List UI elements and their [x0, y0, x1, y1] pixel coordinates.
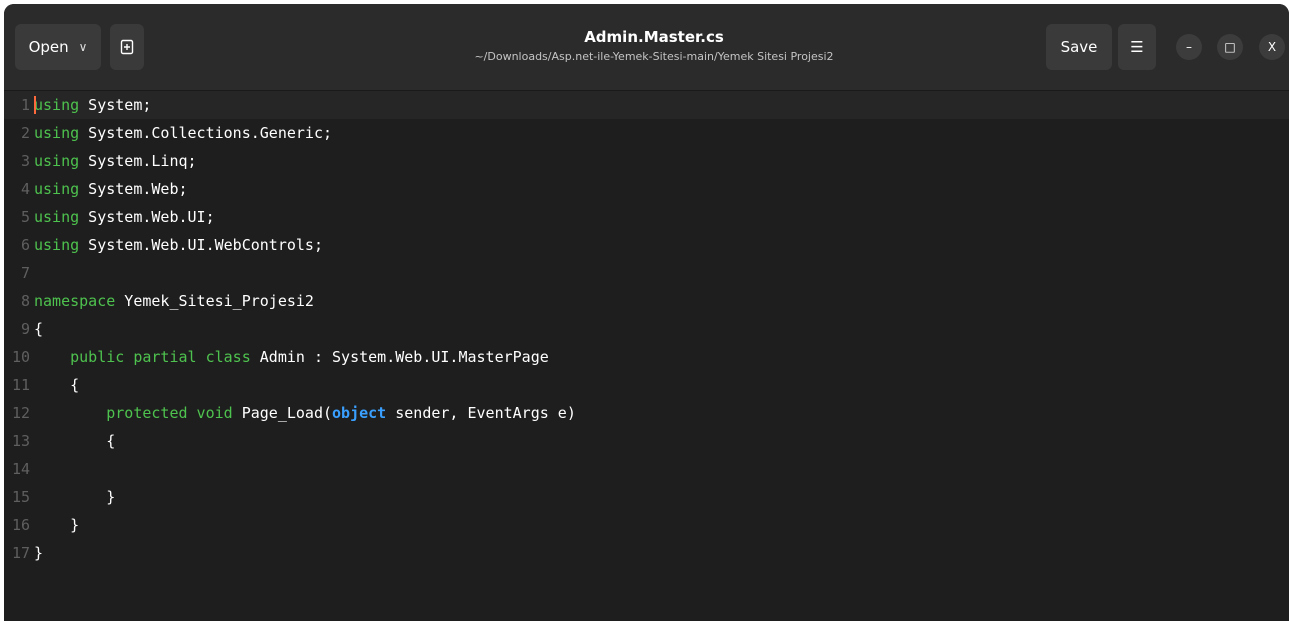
- code-line[interactable]: 17}: [4, 539, 1289, 567]
- code-text: using System.Web;: [34, 175, 188, 203]
- type-keyword-token: object: [332, 404, 387, 422]
- code-text: }: [34, 483, 115, 511]
- code-text: }: [34, 511, 79, 539]
- header-bar: Open ∨ Admin.Master.cs ~/Downloads/Asp.n…: [4, 4, 1289, 91]
- code-text: {: [34, 427, 115, 455]
- line-number: 16: [11, 516, 30, 534]
- keyword-token: using: [34, 96, 80, 114]
- line-number: 8: [20, 292, 30, 310]
- line-number: 11: [11, 376, 30, 394]
- code-token: System.Web.UI;: [79, 208, 215, 226]
- line-number: 3: [20, 152, 30, 170]
- code-text: using System.Linq;: [34, 147, 197, 175]
- line-number: 17: [11, 544, 30, 562]
- line-number: 4: [20, 180, 30, 198]
- keyword-token: using: [34, 180, 80, 198]
- code-line[interactable]: 16 }: [4, 511, 1289, 539]
- code-line[interactable]: 2 using System.Collections.Generic;: [4, 119, 1289, 147]
- line-number: 13: [11, 432, 30, 450]
- line-number: 5: [20, 208, 30, 226]
- line-number: 12: [11, 404, 30, 422]
- line-number: 7: [20, 264, 30, 282]
- code-line[interactable]: 13 {: [4, 427, 1289, 455]
- open-button[interactable]: Open ∨: [15, 24, 101, 70]
- keyword-token: public partial class: [70, 348, 251, 366]
- minimize-icon[interactable]: –: [1176, 34, 1202, 60]
- text-cursor: [34, 96, 36, 114]
- code-line[interactable]: 10 public partial class Admin : System.W…: [4, 343, 1289, 371]
- code-line[interactable]: 14: [4, 455, 1289, 483]
- code-token: Page_Load(: [232, 404, 333, 422]
- code-token: }: [106, 488, 116, 506]
- line-number: 10: [11, 348, 30, 366]
- close-icon[interactable]: X: [1259, 34, 1285, 60]
- file-path: ~/Downloads/Asp.net-ile-Yemek-Sitesi-mai…: [474, 50, 834, 63]
- code-text: using System;: [34, 91, 151, 119]
- code-token: System.Web;: [79, 180, 188, 198]
- save-button[interactable]: Save: [1046, 24, 1112, 70]
- editor-window: Open ∨ Admin.Master.cs ~/Downloads/Asp.n…: [4, 4, 1289, 621]
- code-text: using System.Web.UI.WebControls;: [34, 231, 323, 259]
- code-token: }: [34, 544, 44, 562]
- code-line[interactable]: 15 }: [4, 483, 1289, 511]
- code-token: {: [106, 432, 116, 450]
- code-text: protected void Page_Load(object sender, …: [34, 399, 576, 427]
- keyword-token: namespace: [34, 292, 116, 310]
- code-line[interactable]: 4 using System.Web;: [4, 175, 1289, 203]
- line-number: 14: [11, 460, 30, 478]
- code-token: System.Linq;: [79, 152, 197, 170]
- window-title: Admin.Master.cs: [584, 28, 724, 46]
- chevron-down-icon: ∨: [78, 40, 88, 54]
- code-text: {: [34, 371, 79, 399]
- new-tab-button[interactable]: [110, 24, 144, 70]
- code-line[interactable]: 8 namespace Yemek_Sitesi_Projesi2: [4, 287, 1289, 315]
- code-token: {: [70, 376, 80, 394]
- code-line[interactable]: 5 using System.Web.UI;: [4, 203, 1289, 231]
- new-tab-icon: [120, 39, 134, 55]
- keyword-token: protected void: [106, 404, 233, 422]
- keyword-token: using: [34, 152, 80, 170]
- code-line[interactable]: 12 protected void Page_Load(object sende…: [4, 399, 1289, 427]
- code-text: }: [34, 539, 43, 567]
- code-token: sender, EventArgs e): [386, 404, 576, 422]
- code-token: System.Web.UI.WebControls;: [79, 236, 323, 254]
- code-line[interactable]: 1 using System;: [4, 91, 1289, 119]
- code-line[interactable]: 7: [4, 259, 1289, 287]
- code-line[interactable]: 9{: [4, 315, 1289, 343]
- code-token: }: [70, 516, 80, 534]
- code-line[interactable]: 6 using System.Web.UI.WebControls;: [4, 231, 1289, 259]
- code-text: using System.Collections.Generic;: [34, 119, 332, 147]
- keyword-token: using: [34, 236, 80, 254]
- title-block: Admin.Master.cs ~/Downloads/Asp.net-ile-…: [404, 28, 904, 63]
- code-text: using System.Web.UI;: [34, 203, 215, 231]
- code-text: namespace Yemek_Sitesi_Projesi2: [34, 287, 314, 315]
- code-line[interactable]: 3 using System.Linq;: [4, 147, 1289, 175]
- line-number: 1: [20, 96, 30, 114]
- line-number: 6: [20, 236, 30, 254]
- line-number: 15: [11, 488, 30, 506]
- code-line[interactable]: 11 {: [4, 371, 1289, 399]
- code-text: public partial class Admin : System.Web.…: [34, 343, 549, 371]
- maximize-icon[interactable]: □: [1217, 34, 1243, 60]
- keyword-token: using: [34, 124, 80, 142]
- line-number: 2: [20, 124, 30, 142]
- code-token: Yemek_Sitesi_Projesi2: [115, 292, 314, 310]
- code-token: System.Collections.Generic;: [79, 124, 333, 142]
- keyword-token: using: [34, 208, 80, 226]
- code-token: System;: [79, 96, 152, 114]
- line-number: 9: [20, 320, 30, 338]
- code-editor[interactable]: 1 using System; 2 using System.Collections.…: [4, 91, 1289, 621]
- code-token: {: [34, 320, 44, 338]
- code-token: Admin : System.Web.UI.MasterPage: [250, 348, 549, 366]
- open-button-label: Open: [28, 38, 69, 56]
- hamburger-menu-icon[interactable]: ☰: [1118, 24, 1156, 70]
- code-text: {: [34, 315, 43, 343]
